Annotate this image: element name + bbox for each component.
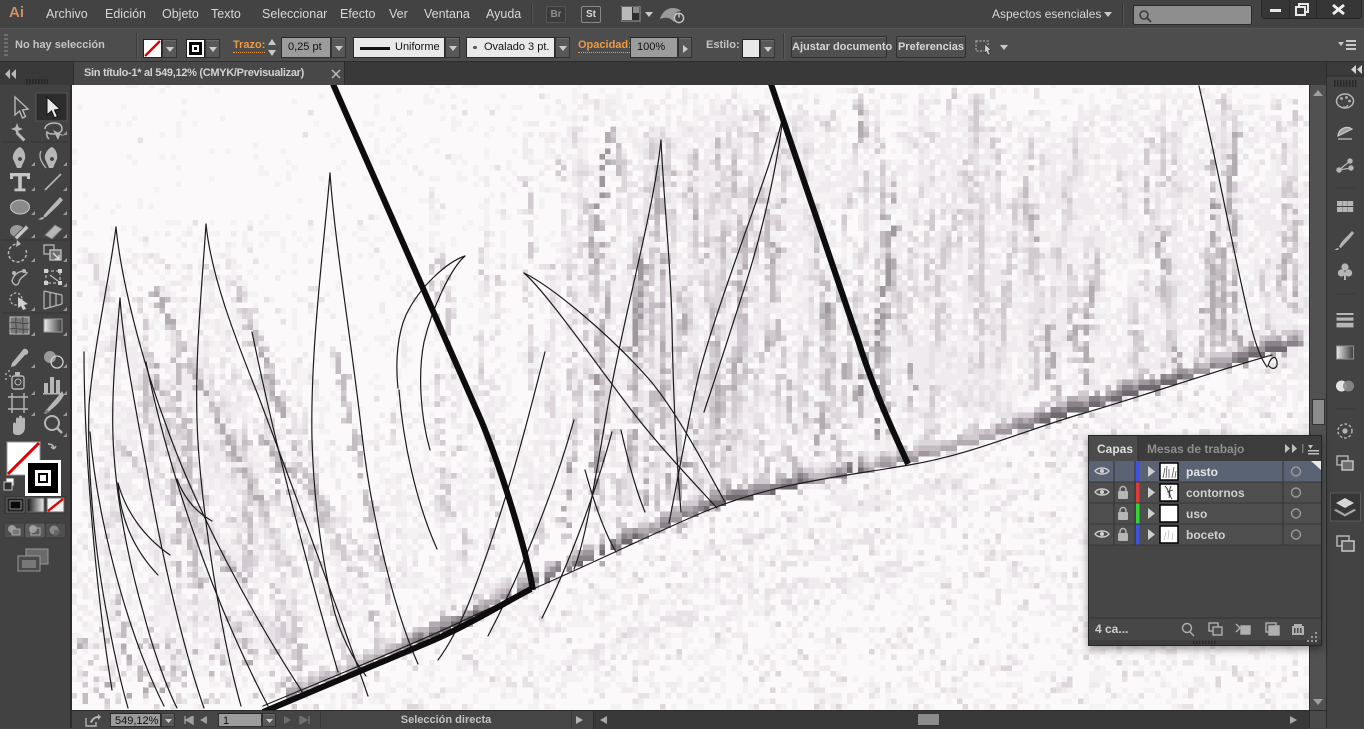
svg-text:contornos: contornos xyxy=(1186,486,1245,500)
svg-text:4 ca...: 4 ca... xyxy=(1095,622,1128,636)
svg-text:uso: uso xyxy=(1186,507,1207,521)
svg-text:Mesas de trabajo: Mesas de trabajo xyxy=(1147,442,1244,456)
svg-text:boceto: boceto xyxy=(1186,528,1225,542)
svg-text:Capas: Capas xyxy=(1097,442,1133,456)
svg-text:pasto: pasto xyxy=(1186,465,1218,479)
